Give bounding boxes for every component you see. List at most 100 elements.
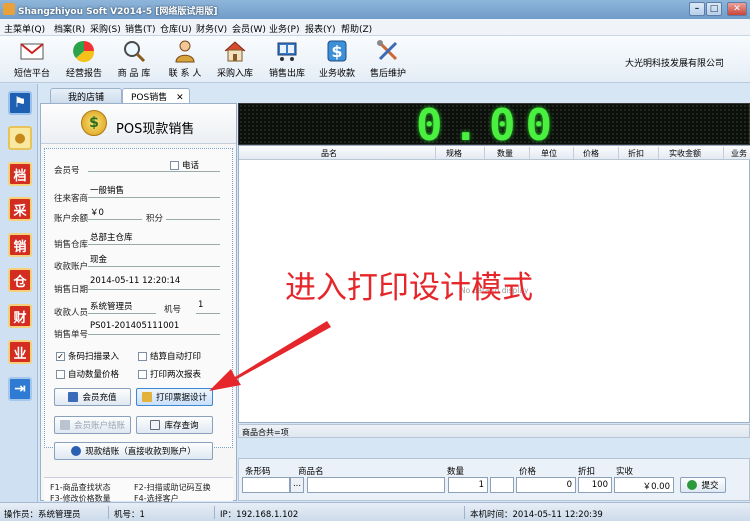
col-separator <box>435 147 436 159</box>
col-business[interactable]: 业务 <box>731 148 747 159</box>
magnifier-icon <box>121 38 147 64</box>
barcode-input[interactable] <box>242 477 290 493</box>
checkbox-checked[interactable]: ✓ <box>56 352 65 361</box>
phone-checkbox[interactable] <box>170 161 179 170</box>
menu-member[interactable]: 会员(W) <box>232 22 266 35</box>
col-separator <box>573 147 574 159</box>
tab-label: POS销售 <box>131 93 168 103</box>
col-name[interactable]: 品名 <box>321 148 337 159</box>
status-operator: 操作员：系统管理员 <box>4 510 81 520</box>
warehouse-select[interactable]: 总部主仓库 <box>88 231 220 245</box>
option-label: 结算自动打印 <box>150 352 202 362</box>
toolbar-products-button[interactable]: 商 品 库 <box>105 38 163 80</box>
house-icon <box>222 38 248 64</box>
archive-icon[interactable]: 档 <box>8 162 32 186</box>
tab-pos-sales[interactable]: POS销售 ✕ <box>122 88 190 103</box>
print-design-button[interactable]: 打印票据设计 <box>136 388 213 406</box>
phone-checkbox-row[interactable]: 电话 <box>170 159 199 171</box>
toolbar-label: 采购入库 <box>216 69 253 79</box>
check-icon <box>687 480 698 490</box>
field-label-warehouse: 销售仓库 <box>54 240 89 250</box>
field-label-cashier: 收款人员 <box>54 308 89 318</box>
cash-checkout-button[interactable]: 现款结账（直接收款到账户） <box>54 442 213 460</box>
option-print-twice[interactable]: 打印两次报表 <box>138 368 201 380</box>
menu-report[interactable]: 报表(Y) <box>305 22 336 35</box>
status-ip: IP：192.168.1.102 <box>220 510 299 520</box>
money-bag-icon: $ <box>81 110 107 136</box>
window-title: Shangzhiyou Soft V2014-5 [网络版试用版] <box>18 7 218 17</box>
field-label-account: 收款账户 <box>54 262 89 272</box>
card-icon <box>59 420 70 430</box>
status-separator <box>464 506 465 519</box>
sales-icon[interactable]: 销 <box>8 233 32 257</box>
field-label-order-no: 销售单号 <box>54 330 89 340</box>
col-unit[interactable]: 单位 <box>541 148 557 159</box>
svg-text:$: $ <box>331 42 342 61</box>
menu-business[interactable]: 业务(P) <box>269 22 299 35</box>
col-actual[interactable]: 实收金额 <box>669 148 701 159</box>
checkbox[interactable] <box>138 370 147 379</box>
submit-button[interactable]: 提交 <box>680 477 726 493</box>
person-icon <box>172 38 198 64</box>
lightbulb-icon[interactable]: ● <box>8 126 32 150</box>
menu-warehouse[interactable]: 仓库(U) <box>160 22 192 35</box>
menu-archive[interactable]: 档案(R) <box>54 22 85 35</box>
dollar-icon: $ <box>324 38 350 64</box>
cart-icon <box>274 38 300 64</box>
warehouse-icon[interactable]: 仓 <box>8 268 32 292</box>
product-name-input[interactable] <box>307 477 445 493</box>
menu-sales[interactable]: 销售(T) <box>125 22 156 35</box>
entry-header-qty: 数量 <box>447 467 465 477</box>
col-price[interactable]: 价格 <box>583 148 599 159</box>
finance-icon[interactable]: 财 <box>8 304 32 328</box>
toolbar-aftersales-button[interactable]: 售后维护 <box>359 38 417 80</box>
option-barcode-scan[interactable]: ✓ 条码扫描录入 <box>56 350 119 362</box>
unit-box[interactable] <box>490 477 514 493</box>
annotation-arrow <box>209 321 331 391</box>
date-input[interactable]: 2014-05-11 12:20:14 <box>88 276 220 290</box>
toolbar-sms-button[interactable]: 短信平台 <box>3 38 61 80</box>
member-recharge-button[interactable]: 会员充值 <box>54 388 131 406</box>
stock-query-button[interactable]: 库存查询 <box>136 416 213 434</box>
field-label-date: 销售日期 <box>54 285 89 295</box>
checkbox[interactable] <box>56 370 65 379</box>
barcode-browse-button[interactable]: ... <box>290 477 304 493</box>
option-auto-print[interactable]: 结算自动打印 <box>138 350 201 362</box>
account-select[interactable]: 现金 <box>88 253 220 267</box>
tab-close-icon[interactable]: ✕ <box>176 93 184 103</box>
menu-main[interactable]: 主菜单(Q) <box>4 22 45 35</box>
col-qty[interactable]: 数量 <box>497 148 513 159</box>
menu-help[interactable]: 帮助(Z) <box>341 22 372 35</box>
entry-header-name: 商品名 <box>298 467 324 477</box>
menu-finance[interactable]: 财务(V) <box>196 22 227 35</box>
toolbar-label: 业务收款 <box>318 69 355 79</box>
qty-input[interactable]: 1 <box>448 477 488 493</box>
customer-input[interactable]: 一般销售 <box>88 184 220 198</box>
discount-input[interactable]: 100 <box>578 477 612 493</box>
exit-icon[interactable]: ⇥ <box>8 377 32 401</box>
col-spec[interactable]: 规格 <box>446 148 462 159</box>
actual-input[interactable]: ￥0.00 <box>614 477 674 493</box>
minimize-button[interactable]: – <box>689 2 705 16</box>
toolbar-purchase-in-button[interactable]: 采购入库 <box>206 38 264 80</box>
purchase-icon[interactable]: 采 <box>8 197 32 221</box>
business-icon[interactable]: 业 <box>8 340 32 364</box>
maximize-button[interactable]: □ <box>706 2 722 16</box>
toolbar-collection-button[interactable]: $ 业务收款 <box>308 38 366 80</box>
member-account-button[interactable]: 会员账户结账 <box>54 416 131 434</box>
price-input[interactable]: 0 <box>516 477 576 493</box>
col-discount[interactable]: 折扣 <box>628 148 644 159</box>
option-auto-qty-price[interactable]: 自动数量价格 <box>56 368 119 380</box>
tab-my-store[interactable]: 我的店铺 <box>50 88 122 103</box>
close-window-button[interactable]: ✕ <box>727 2 747 16</box>
checkbox[interactable] <box>138 352 147 361</box>
app-icon <box>3 3 15 15</box>
hotkey-f2: F2-扫描或助记码互换 <box>134 483 211 492</box>
menu-purchase[interactable]: 采购(S) <box>90 22 121 35</box>
member-input[interactable] <box>88 158 220 172</box>
company-name: 大光明科技发展有限公司 <box>625 59 725 69</box>
envelope-icon <box>19 38 45 64</box>
flag-icon[interactable]: ⚑ <box>8 91 32 115</box>
pos-header: $ POS现款销售 <box>41 104 236 144</box>
amount-display: 0.00 <box>238 100 750 151</box>
